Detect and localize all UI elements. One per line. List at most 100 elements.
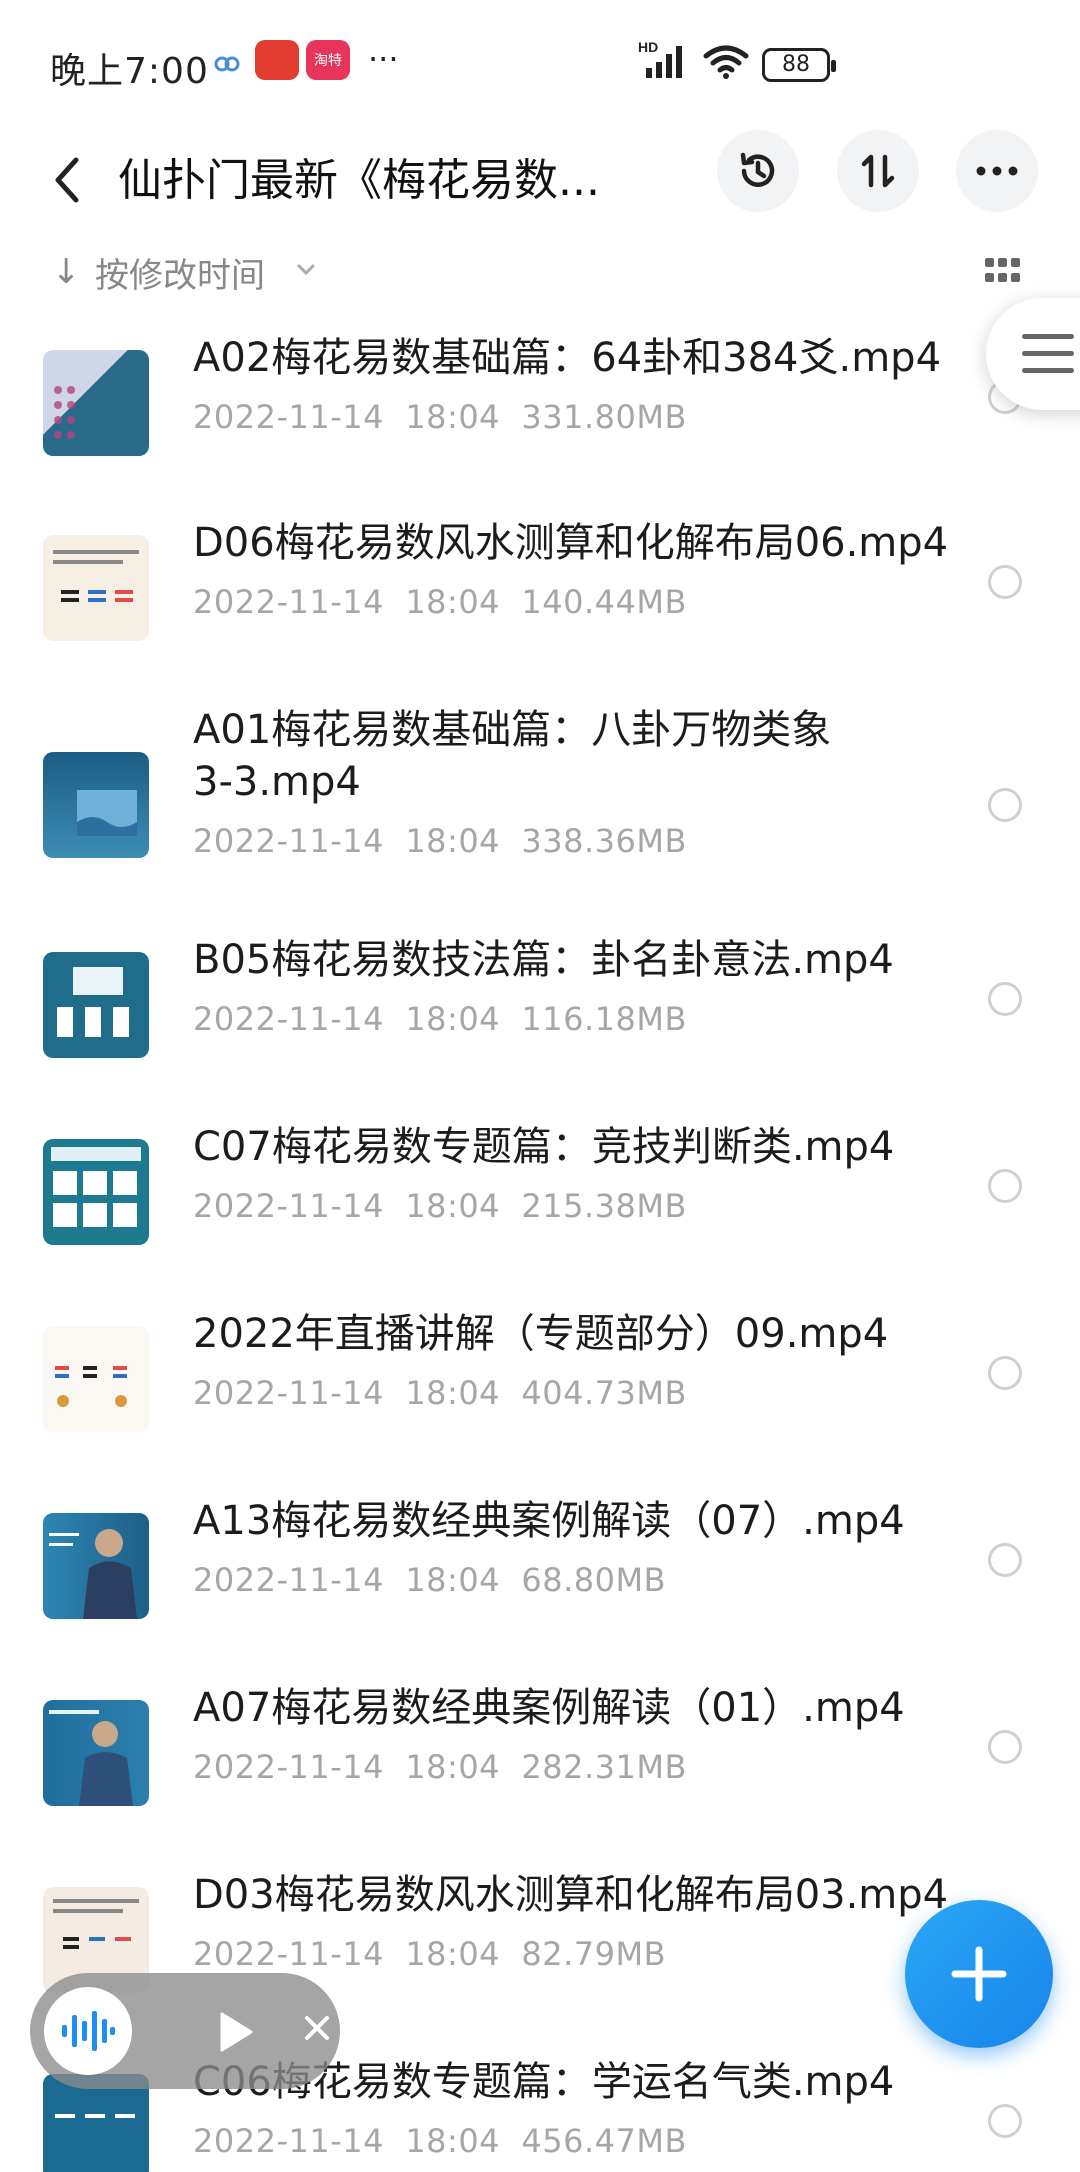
file-name-line2: 3-3.mp4 — [193, 759, 361, 805]
list-item[interactable]: A02梅花易数基础篇：64卦和384爻.mp4 2022-11-14 18:04… — [0, 320, 1080, 505]
file-time: 18:04 — [405, 822, 501, 860]
file-size: 456.47MB — [521, 2122, 687, 2160]
chevron-down-icon[interactable] — [296, 262, 316, 281]
folder-title: 仙扑门最新《梅花易数... — [118, 155, 600, 206]
file-name: B05梅花易数技法篇：卦名卦意法.mp4 — [193, 937, 894, 983]
select-radio[interactable] — [988, 1356, 1022, 1390]
file-meta: 2022-11-14 18:04 331.80MB — [193, 398, 687, 436]
battery-indicator: 88 — [762, 48, 836, 82]
file-time: 18:04 — [405, 2122, 501, 2160]
file-meta: 2022-11-14 18:04 140.44MB — [193, 583, 687, 621]
status-time: 晚上7:00 — [50, 51, 209, 92]
file-time: 18:04 — [405, 398, 501, 436]
file-date: 2022-11-14 — [193, 2122, 384, 2160]
select-radio[interactable] — [988, 1543, 1022, 1577]
video-thumbnail — [43, 1139, 149, 1245]
status-bar: 晚上7:00 淘特 ··· HD 88 — [0, 0, 1080, 120]
menu-line-icon — [1022, 351, 1074, 356]
file-meta: 2022-11-14 18:04 338.36MB — [193, 822, 687, 860]
select-radio[interactable] — [988, 982, 1022, 1016]
grid-view-icon[interactable] — [985, 258, 1021, 288]
list-item[interactable]: A07梅花易数经典案例解读（01）.mp4 2022-11-14 18:04 2… — [0, 1670, 1080, 1857]
list-item[interactable]: C07梅花易数专题篇：竞技判断类.mp4 2022-11-14 18:04 21… — [0, 1109, 1080, 1296]
file-date: 2022-11-14 — [193, 1748, 384, 1786]
file-size: 215.38MB — [521, 1187, 687, 1225]
file-size: 331.80MB — [521, 398, 687, 436]
file-meta: 2022-11-14 18:04 456.47MB — [193, 2122, 687, 2160]
video-thumbnail — [43, 1513, 149, 1619]
list-item[interactable]: B05梅花易数技法篇：卦名卦意法.mp4 2022-11-14 18:04 11… — [0, 922, 1080, 1109]
video-thumbnail — [43, 535, 149, 641]
close-icon — [305, 2016, 329, 2040]
file-time: 18:04 — [405, 1935, 501, 1973]
file-meta: 2022-11-14 18:04 68.80MB — [193, 1561, 666, 1599]
signal-icon: HD — [638, 38, 694, 86]
select-radio[interactable] — [988, 1730, 1022, 1764]
file-date: 2022-11-14 — [193, 1187, 384, 1225]
play-button[interactable] — [218, 2011, 254, 2057]
file-name: D06梅花易数风水测算和化解布局06.mp4 — [193, 520, 949, 566]
file-name: D03梅花易数风水测算和化解布局03.mp4 — [193, 1872, 949, 1918]
file-size: 338.36MB — [521, 822, 687, 860]
app-notification-icon — [255, 40, 299, 80]
video-thumbnail — [43, 752, 149, 858]
file-meta: 2022-11-14 18:04 404.73MB — [193, 1374, 687, 1412]
back-button[interactable] — [48, 152, 88, 208]
select-radio[interactable] — [988, 1169, 1022, 1203]
file-name: 2022年直播讲解（专题部分）09.mp4 — [193, 1311, 889, 1357]
select-radio[interactable] — [988, 2104, 1022, 2138]
file-name: C07梅花易数专题篇：竞技判断类.mp4 — [193, 1124, 895, 1170]
sort-arrows-icon — [861, 154, 895, 188]
video-thumbnail — [43, 1700, 149, 1806]
sort-button[interactable] — [837, 130, 919, 212]
add-fab-button[interactable] — [905, 1900, 1053, 2048]
select-radio[interactable] — [988, 565, 1022, 599]
file-name: A02梅花易数基础篇：64卦和384爻.mp4 — [193, 335, 942, 381]
sort-by-label[interactable]: 按修改时间 — [95, 248, 265, 297]
file-meta: 2022-11-14 18:04 215.38MB — [193, 1187, 687, 1225]
list-item[interactable]: 2022年直播讲解（专题部分）09.mp4 2022-11-14 18:04 4… — [0, 1296, 1080, 1483]
file-time: 18:04 — [405, 1187, 501, 1225]
file-date: 2022-11-14 — [193, 398, 384, 436]
floating-audio-player[interactable] — [30, 1973, 340, 2089]
history-button[interactable] — [717, 130, 799, 212]
file-time: 18:04 — [405, 1374, 501, 1412]
file-size: 116.18MB — [521, 1000, 687, 1038]
select-radio[interactable] — [988, 788, 1022, 822]
file-name-line1: A01梅花易数基础篇：八卦万物类象 — [193, 707, 832, 753]
taote-app-icon: 淘特 — [306, 40, 350, 80]
history-icon — [740, 152, 775, 187]
file-date: 2022-11-14 — [193, 822, 384, 860]
file-meta: 2022-11-14 18:04 116.18MB — [193, 1000, 687, 1038]
audio-wave-icon — [62, 2011, 115, 2051]
file-date: 2022-11-14 — [193, 1561, 384, 1599]
cloud-sync-icon — [212, 52, 242, 88]
top-app-bar: 仙扑门最新《梅花易数... — [0, 120, 1080, 240]
more-notifications-icon: ··· — [368, 40, 399, 78]
menu-line-icon — [1022, 368, 1074, 373]
list-item[interactable]: A01梅花易数基础篇：八卦万物类象 3-3.mp4 2022-11-14 18:… — [0, 692, 1080, 922]
file-date: 2022-11-14 — [193, 1935, 384, 1973]
file-name: A13梅花易数经典案例解读（07）.mp4 — [193, 1498, 905, 1544]
list-item[interactable]: D06梅花易数风水测算和化解布局06.mp4 2022-11-14 18:04 … — [0, 505, 1080, 692]
sort-direction-icon[interactable]: ↓ — [52, 252, 81, 292]
more-options-button[interactable] — [956, 130, 1038, 212]
list-item[interactable]: A13梅花易数经典案例解读（07）.mp4 2022-11-14 18:04 6… — [0, 1483, 1080, 1670]
svg-text:HD: HD — [638, 39, 658, 55]
file-name: A07梅花易数经典案例解读（01）.mp4 — [193, 1685, 905, 1731]
wifi-icon — [702, 44, 750, 84]
plus-icon — [951, 1946, 1007, 2002]
taote-app-label: 淘特 — [314, 53, 342, 69]
file-time: 18:04 — [405, 1000, 501, 1038]
play-icon — [220, 2012, 253, 2052]
file-size: 68.80MB — [521, 1561, 667, 1599]
menu-line-icon — [1022, 334, 1074, 339]
audio-wave-button[interactable] — [44, 1987, 132, 2075]
close-player-button[interactable] — [302, 2007, 332, 2053]
file-date: 2022-11-14 — [193, 1374, 384, 1412]
file-meta: 2022-11-14 18:04 82.79MB — [193, 1935, 666, 1973]
video-thumbnail — [43, 1326, 149, 1432]
video-thumbnail — [43, 952, 149, 1058]
file-size: 404.73MB — [521, 1374, 687, 1412]
file-date: 2022-11-14 — [193, 1000, 384, 1038]
